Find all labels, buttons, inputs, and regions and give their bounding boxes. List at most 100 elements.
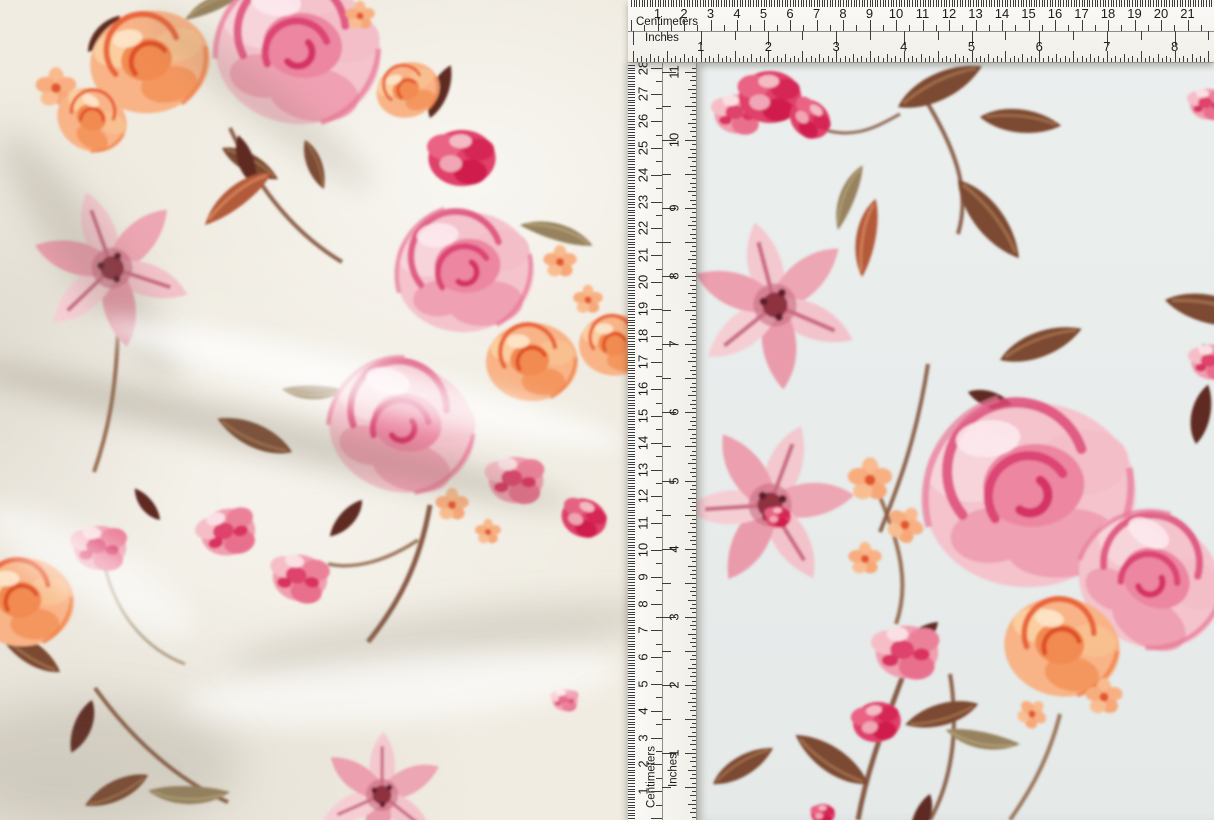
ruler-tick	[692, 664, 697, 665]
ruler-tick	[628, 512, 635, 513]
ruler-tick	[716, 0, 717, 7]
ruler-tick	[628, 456, 635, 457]
ruler-tick	[628, 236, 635, 237]
horizontal-ruler-inch-band: Inches 12345678	[628, 31, 1214, 62]
ruler-tick	[685, 617, 696, 618]
ruler-tick	[688, 123, 697, 124]
cm-number: 14	[637, 436, 650, 450]
ruler-tick	[628, 271, 635, 272]
ruler-tick	[628, 504, 635, 505]
ruler-tick	[692, 468, 697, 469]
ruler-tick	[628, 440, 635, 441]
ruler-tick	[628, 234, 635, 235]
ruler-tick	[628, 357, 635, 358]
orange-rose	[486, 323, 578, 401]
ruler-tick	[628, 282, 635, 283]
ruler-tick	[1121, 0, 1122, 7]
ruler-tick	[667, 31, 668, 40]
ruler-tick	[692, 493, 697, 494]
ruler-tick	[743, 56, 744, 63]
ruler-tick	[628, 119, 635, 120]
ruler-tick	[1055, 20, 1056, 31]
ruler-tick	[843, 20, 844, 31]
ruler-tick	[628, 810, 635, 811]
ruler-tick	[628, 764, 635, 765]
ruler-tick	[692, 0, 693, 7]
ruler-tick	[828, 56, 829, 63]
pink-carnation	[192, 502, 262, 563]
ruler-tick	[685, 140, 696, 141]
ruler-tick	[692, 536, 697, 537]
ruler-tick	[628, 376, 635, 377]
ruler-tick	[628, 121, 635, 122]
cm-number: 15	[1021, 7, 1035, 20]
cm-number: 12	[637, 489, 650, 503]
ruler-tick	[628, 577, 635, 578]
ruler-tick	[857, 58, 858, 63]
ruler-tick	[628, 636, 635, 637]
ruler-tick	[989, 0, 990, 7]
inch-number: 1	[697, 40, 704, 53]
ruler-tick	[628, 68, 635, 69]
pink-carnation	[485, 457, 545, 504]
ruler-tick	[658, 56, 659, 63]
ruler-tick	[651, 255, 662, 256]
ruler-tick	[651, 711, 662, 712]
brown-leaf	[1162, 281, 1214, 339]
ruler-tick	[628, 467, 635, 468]
ruler-tick	[651, 470, 662, 471]
ruler-tick	[929, 56, 930, 63]
ruler-tick	[628, 373, 635, 374]
ruler-tick	[692, 485, 697, 486]
ruler-tick	[1066, 0, 1067, 7]
ruler-tick	[628, 70, 635, 71]
cm-number: 6	[637, 654, 650, 661]
ruler-tick	[916, 58, 917, 63]
ruler-tick	[628, 303, 635, 304]
ruler-tick	[692, 127, 697, 128]
ruler-tick	[628, 547, 635, 548]
ruler-tick	[690, 438, 697, 439]
ruler-tick	[692, 476, 697, 477]
ruler-tick	[628, 488, 635, 489]
ruler-tick	[692, 425, 697, 426]
ruler-tick	[1174, 0, 1175, 7]
ruler-tick	[962, 0, 963, 7]
ruler-tick	[692, 212, 697, 213]
ruler-tick	[742, 0, 743, 7]
ruler-tick	[628, 279, 635, 280]
red-carnation	[427, 130, 496, 186]
ruler-tick	[628, 322, 635, 323]
ruler-tick	[1179, 58, 1180, 63]
ruler-tick	[628, 791, 635, 792]
ruler-tick	[662, 106, 671, 107]
peach-flower	[848, 542, 881, 574]
ruler-tick	[628, 287, 635, 288]
centimeters-label: Centimeters	[636, 17, 698, 29]
ruler-tick	[628, 172, 635, 173]
ruler-tick	[628, 496, 635, 497]
ruler-tick	[688, 463, 697, 464]
ruler-tick	[685, 106, 696, 107]
ruler-tick	[1137, 58, 1138, 63]
red-carnation	[555, 492, 612, 544]
ruler-tick	[628, 767, 635, 768]
ruler-tick	[692, 187, 697, 188]
ruler-tick	[1015, 0, 1016, 7]
ruler-tick	[690, 268, 697, 269]
ruler-tick	[628, 129, 635, 130]
ruler-tick	[690, 455, 697, 456]
ruler-tick	[692, 280, 697, 281]
ruler-tick	[936, 0, 937, 7]
ruler-tick	[692, 570, 697, 571]
ruler-tick	[685, 719, 696, 720]
ruler-tick	[628, 293, 635, 294]
cm-number: 25	[637, 141, 650, 155]
ruler-tick	[692, 85, 697, 86]
ruler-tick	[692, 442, 697, 443]
ruler-tick	[651, 791, 662, 792]
ruler-tick	[1073, 51, 1074, 62]
stem	[930, 674, 954, 820]
ruler-tick	[777, 0, 778, 7]
ruler-tick	[912, 0, 913, 7]
